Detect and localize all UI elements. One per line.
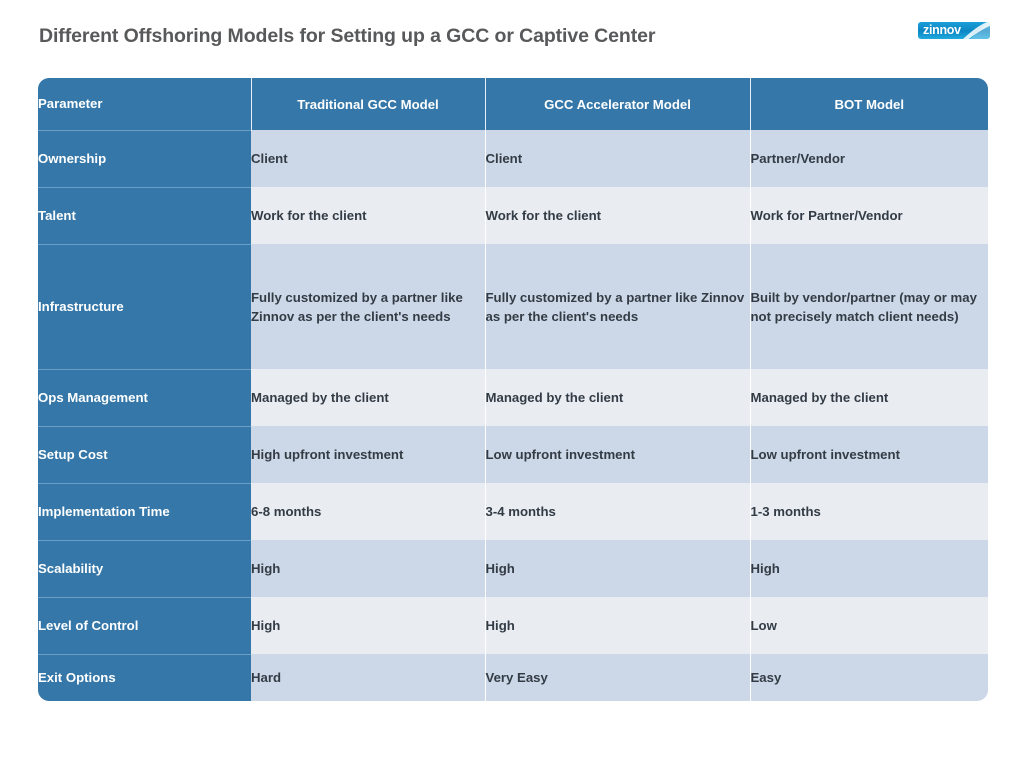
cell-bot-model: High [750,540,988,597]
cell-gcc-accelerator-model: Low upfront investment [485,426,751,483]
parameter-label: Level of Control [38,596,251,654]
cell-traditional-gcc-model: Managed by the client [251,369,486,426]
table-row: Infrastructure Fully customized by a part… [38,243,988,369]
swoosh-icon [963,22,990,39]
cell-gcc-accelerator-model: Very Easy [485,654,751,701]
table-row: Setup Cost High upfront investment Low upf… [38,425,988,483]
cell-gcc-accelerator-model: Fully customized by a partner like Zinno… [485,244,751,369]
cell-traditional-gcc-model: Fully customized by a partner like Zinno… [251,244,486,369]
cell-bot-model: Built by vendor/partner (may or may not … [750,244,988,369]
cell-traditional-gcc-model: Hard [251,654,486,701]
table-row: Ownership Client Client Partner/Vendor [38,129,988,187]
cell-bot-model: Work for Partner/Vendor [750,187,988,244]
cell-traditional-gcc-model: High [251,597,486,654]
table-header: Parameter Traditional GCC Model GCC Acce… [38,78,988,130]
offshoring-models-table: Parameter Traditional GCC Model GCC Acce… [38,78,988,701]
cell-gcc-accelerator-model: High [485,540,751,597]
cell-gcc-accelerator-model: Work for the client [485,187,751,244]
table-row: Exit Options Hard Very Easy Easy [38,653,988,701]
cell-gcc-accelerator-model: High [485,597,751,654]
cell-traditional-gcc-model: Work for the client [251,187,486,244]
infographic-page: Different Offshoring Models for Setting … [0,0,1024,769]
parameter-label: Implementation Time [38,482,251,540]
parameter-label: Infrastructure [38,243,251,369]
column-header-traditional-gcc-model[interactable]: Traditional GCC Model [251,78,486,130]
zinnov-logo: zinnov [918,22,990,39]
parameter-label: Talent [38,186,251,244]
column-header-parameter[interactable]: Parameter [38,78,252,130]
cell-traditional-gcc-model: Client [251,130,486,187]
parameter-label: Ownership [38,129,251,187]
table-row: Scalability High High High [38,539,988,597]
zinnov-logo-text: zinnov [923,23,961,37]
cell-gcc-accelerator-model: Managed by the client [485,369,751,426]
cell-gcc-accelerator-model: 3-4 months [485,483,751,540]
parameter-label: Scalability [38,539,251,597]
cell-bot-model: Managed by the client [750,369,988,426]
table-row: Implementation Time 6-8 months 3-4 months 1… [38,482,988,540]
cell-bot-model: Partner/Vendor [750,130,988,187]
page-title: Different Offshoring Models for Setting … [39,25,656,47]
cell-traditional-gcc-model: High upfront investment [251,426,486,483]
parameter-label: Ops Management [38,368,251,426]
cell-bot-model: Low upfront investment [750,426,988,483]
cell-bot-model: 1-3 months [750,483,988,540]
cell-traditional-gcc-model: High [251,540,486,597]
table-row: Level of Control High High Low [38,596,988,654]
table-body: Ownership Client Client Partner/Vendor Talen… [38,129,988,701]
column-header-bot-model[interactable]: BOT Model [750,78,988,130]
table-row: Ops Management Managed by the client Manag… [38,368,988,426]
table-row: Talent Work for the client Work for the cl… [38,186,988,244]
parameter-label: Exit Options [38,653,251,701]
cell-bot-model: Easy [750,654,988,701]
cell-gcc-accelerator-model: Client [485,130,751,187]
column-header-gcc-accelerator-model[interactable]: GCC Accelerator Model [485,78,751,130]
cell-bot-model: Low [750,597,988,654]
cell-traditional-gcc-model: 6-8 months [251,483,486,540]
table-header-row: Parameter Traditional GCC Model GCC Acce… [38,78,988,130]
parameter-label: Setup Cost [38,425,251,483]
